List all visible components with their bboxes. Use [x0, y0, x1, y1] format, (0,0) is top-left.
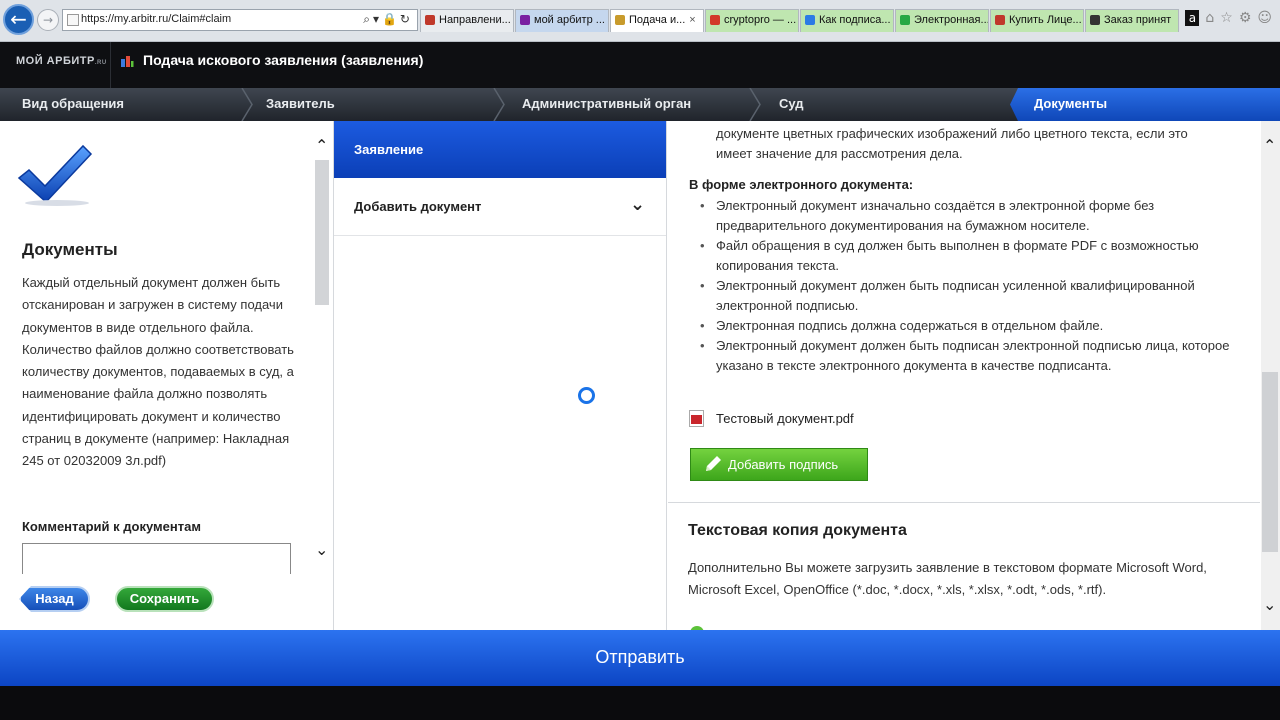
- app-header: МОЙ АРБИТР.RU Подача искового заявления …: [0, 42, 1280, 88]
- list-item: Электронная подпись должна содержаться в…: [700, 316, 1230, 336]
- step-request-type[interactable]: Вид обращения: [22, 88, 124, 121]
- requirements-list: Электронный документ изначально создаётс…: [700, 196, 1230, 376]
- page-icon: [67, 14, 79, 26]
- document-item-label: Заявление: [354, 142, 424, 157]
- home-icon[interactable]: ⌂: [1205, 10, 1214, 26]
- submit-label: Отправить: [595, 647, 685, 667]
- chevron-down-icon[interactable]: ⌄: [630, 194, 645, 215]
- tab-label: Электронная...: [914, 14, 989, 26]
- tab-label: cryptopro — ...: [724, 14, 797, 26]
- scroll-down-icon[interactable]: ⌄: [1263, 595, 1276, 614]
- browser-tab[interactable]: Купить Лице...: [990, 9, 1084, 32]
- text-copy-line: Дополнительно Вы можете загрузить заявле…: [688, 560, 1207, 575]
- smiley-icon[interactable]: ☺: [1257, 10, 1272, 26]
- logo-suffix: .RU: [94, 60, 107, 66]
- tab-label: мой арбитр ...: [534, 14, 605, 26]
- tab-favicon-icon: [520, 15, 530, 25]
- add-signature-button[interactable]: Добавить подпись: [690, 448, 868, 481]
- tab-favicon-icon: [425, 15, 435, 25]
- left-scrollbar-thumb[interactable]: [315, 160, 329, 305]
- step-separator-icon: [493, 88, 505, 121]
- comment-label: Комментарий к документам: [22, 519, 201, 534]
- tab-favicon-icon: [805, 15, 815, 25]
- star-icon[interactable]: ☆: [1220, 10, 1233, 26]
- list-item: Электронный документ изначально создаётс…: [700, 196, 1230, 236]
- logo-text: МОЙ АРБИТР: [16, 55, 95, 67]
- electronic-form-heading: В форме электронного документа:: [689, 177, 914, 192]
- tab-label: Купить Лице...: [1009, 14, 1082, 26]
- tab-label: Подача и...: [629, 14, 686, 26]
- right-scrollbar-thumb[interactable]: [1262, 372, 1278, 552]
- tab-favicon-icon: [900, 15, 910, 25]
- submit-button[interactable]: Отправить: [0, 630, 1280, 686]
- browser-toolbar: ← → https://my.arbitr.ru/Claim#claim ⌕▾🔒…: [0, 0, 1280, 42]
- instructions-text: Каждый отдельный документ должен быть от…: [22, 275, 294, 469]
- tab-favicon-icon: [995, 15, 1005, 25]
- document-form-icon: [121, 56, 134, 67]
- save-button[interactable]: Сохранить: [115, 586, 214, 612]
- pencil-icon: [706, 456, 721, 471]
- attached-file-name[interactable]: Тестовый документ.pdf: [716, 411, 854, 426]
- checkmark-icon: [17, 144, 93, 206]
- close-tab-icon[interactable]: ×: [689, 14, 695, 32]
- list-item: Электронный документ должен быть подписа…: [700, 276, 1230, 316]
- scroll-up-icon[interactable]: ⌃: [315, 136, 328, 155]
- browser-right-icons: a ⌂ ☆ ⚙ ☺: [1185, 10, 1272, 26]
- browser-tab[interactable]: cryptopro — ...: [705, 9, 799, 32]
- section-divider: [668, 502, 1260, 503]
- address-bar[interactable]: https://my.arbitr.ru/Claim#claim ⌕▾🔒↻: [62, 9, 418, 31]
- tab-label: Направлени...: [439, 14, 511, 26]
- list-item: Электронный документ должен быть подписа…: [700, 336, 1230, 376]
- step-court[interactable]: Суд: [779, 88, 804, 121]
- page-title: Подача искового заявления (заявления): [143, 52, 424, 68]
- add-document-item[interactable]: Добавить документ ⌄: [334, 179, 666, 236]
- browser-tab[interactable]: мой арбитр ...: [515, 9, 609, 32]
- tab-favicon-icon: [1090, 15, 1100, 25]
- step-documents[interactable]: Документы: [1034, 88, 1107, 121]
- step-separator-icon: [241, 88, 253, 121]
- list-item: Файл обращения в суд должен быть выполне…: [700, 236, 1230, 276]
- add-document-label: Добавить документ: [354, 199, 482, 214]
- browser-tab[interactable]: Электронная...: [895, 9, 989, 32]
- loading-spinner-icon: [578, 387, 595, 404]
- browser-tabs: Направлени... мой арбитр ... Подача и... × c…: [420, 9, 1180, 32]
- detail-text-line: документе цветных графических изображени…: [716, 126, 1188, 141]
- step-separator-icon: [749, 88, 761, 121]
- tab-favicon-icon: [710, 15, 720, 25]
- detail-text-line: имеет значение для рассмотрения дела.: [716, 146, 963, 161]
- browser-tab[interactable]: Заказ принят: [1085, 9, 1179, 32]
- add-signature-label: Добавить подпись: [728, 457, 839, 472]
- text-copy-heading: Текстовая копия документа: [688, 522, 907, 539]
- site-logo[interactable]: МОЙ АРБИТР.RU: [16, 55, 107, 67]
- back-arrow-icon[interactable]: ←: [3, 4, 34, 35]
- browser-tab[interactable]: Направлени...: [420, 9, 514, 32]
- wizard-steps: Вид обращения Заявитель Административный…: [0, 88, 1280, 121]
- forward-arrow-icon[interactable]: →: [37, 9, 59, 31]
- browser-tab[interactable]: Подача и... ×: [610, 9, 704, 32]
- tab-label: Как подписа...: [819, 14, 891, 26]
- address-url[interactable]: https://my.arbitr.ru/Claim#claim: [81, 13, 231, 25]
- app-window: ← → https://my.arbitr.ru/Claim#claim ⌕▾🔒…: [0, 0, 1280, 720]
- step-applicant[interactable]: Заявитель: [266, 88, 335, 121]
- section-title: Документы: [22, 240, 118, 259]
- header-divider: [110, 42, 111, 88]
- bottom-bar: [0, 686, 1280, 720]
- text-copy-line: Microsoft Excel, OpenOffice (*.doc, *.do…: [688, 582, 1107, 597]
- comment-textarea[interactable]: [22, 543, 291, 574]
- step-admin-body[interactable]: Административный орган: [522, 88, 691, 121]
- scroll-down-icon[interactable]: ⌄: [315, 540, 328, 559]
- browser-tab[interactable]: Как подписа...: [800, 9, 894, 32]
- tab-favicon-icon: [615, 15, 625, 25]
- pdf-file-icon: [689, 410, 704, 427]
- back-button[interactable]: Назад: [19, 586, 90, 612]
- tab-label: Заказ принят: [1104, 14, 1172, 26]
- gear-icon[interactable]: ⚙: [1239, 10, 1252, 26]
- document-item-statement[interactable]: Заявление: [334, 121, 666, 178]
- address-tools-icon[interactable]: ⌕▾🔒↻: [363, 12, 413, 27]
- scroll-up-icon[interactable]: ⌃: [1263, 136, 1276, 155]
- amazon-icon[interactable]: a: [1185, 10, 1200, 26]
